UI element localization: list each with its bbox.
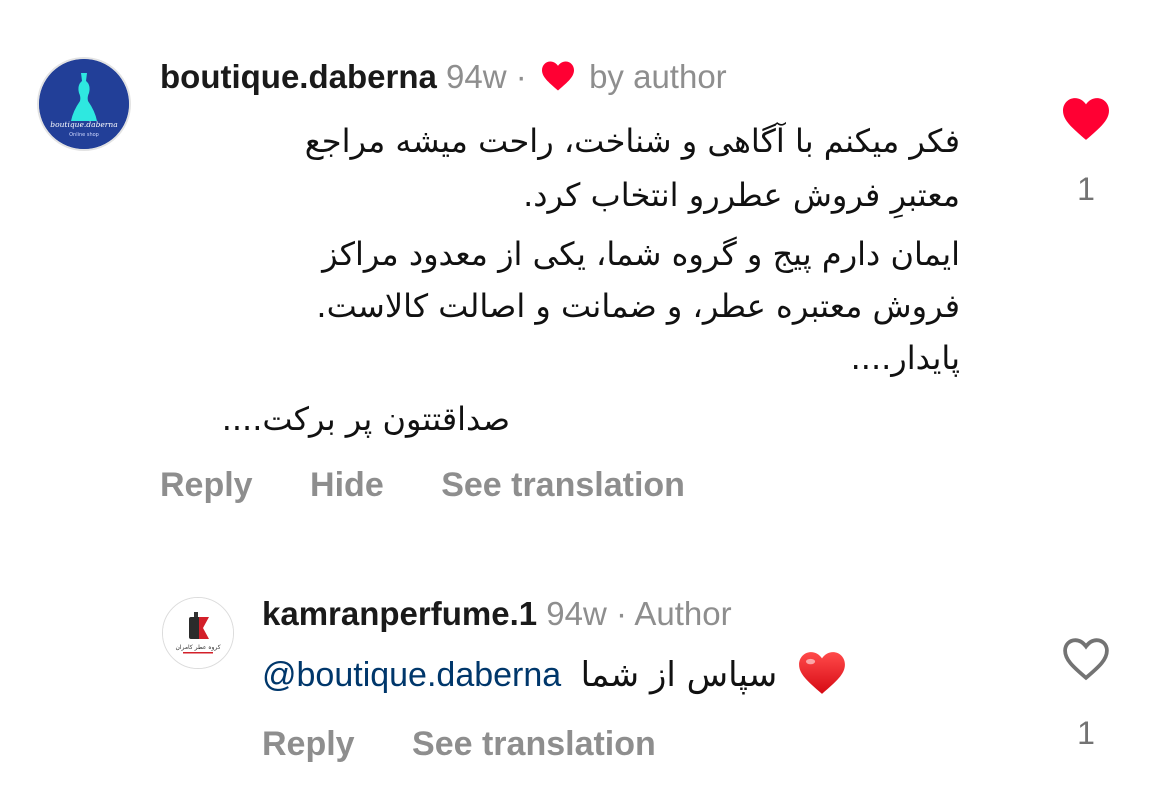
comment-header: boutique.daberna 94w · by author	[160, 57, 727, 101]
paragraph-line: ایمان دارم پیج و گروه شما، یکی از معدود …	[322, 235, 960, 273]
comment-actions: Reply Hide See translation	[160, 466, 733, 505]
paragraph-line: فروش معتبره عطر، و ضمانت و اصالت کالاست.	[316, 287, 960, 325]
paragraph-line: فکر میکنم با آگاهی و شناخت، راحت میشه مر…	[304, 122, 960, 160]
username[interactable]: kamranperfume.1	[262, 595, 537, 632]
dress-logo-icon: boutique.daberna Online shop	[39, 59, 129, 149]
separator-dot: ·	[616, 595, 628, 632]
paragraph-line: صداقتتون پر برکت....	[221, 400, 510, 438]
heart-outline-icon[interactable]	[1060, 638, 1112, 686]
author-label: Author	[634, 595, 732, 632]
author-heart-icon	[540, 60, 576, 101]
svg-text:Online shop: Online shop	[69, 132, 99, 138]
svg-text:boutique.daberna: boutique.daberna	[50, 120, 117, 129]
comment-paragraph-1: فکر میکنم با آگاهی و شناخت، راحت میشه مر…	[160, 114, 960, 222]
mention-link[interactable]: @boutique.daberna	[262, 656, 561, 694]
comment-paragraph-3: صداقتتون پر برکت....	[160, 393, 510, 445]
reply-button[interactable]: Reply	[160, 466, 253, 504]
hide-button[interactable]: Hide	[310, 466, 384, 504]
username[interactable]: boutique.daberna	[160, 58, 437, 95]
like-column: 1	[1056, 636, 1116, 752]
separator-dot: ·	[515, 58, 527, 95]
reply-button[interactable]: Reply	[262, 725, 355, 763]
comment-header: kamranperfume.1 94w · Author	[262, 594, 732, 634]
comment-actions: Reply See translation	[262, 725, 704, 764]
liked-by-author-label: by author	[589, 58, 727, 95]
heart-filled-icon[interactable]	[1060, 98, 1112, 146]
reply-text: سپاس از شما	[580, 655, 778, 695]
like-count: 1	[1077, 171, 1095, 207]
see-translation-button[interactable]: See translation	[412, 725, 656, 763]
avatar-kamranperfume[interactable]: کروه عطر کامران	[162, 597, 234, 669]
avatar-boutique-daberna[interactable]: boutique.daberna Online shop	[37, 57, 131, 151]
paragraph-line: معتبرِ فروش عطررو انتخاب کرد.	[523, 176, 960, 214]
like-count: 1	[1077, 715, 1095, 751]
like-column: 1	[1056, 96, 1116, 208]
reply-body: @boutique.daberna سپاس از شما	[262, 650, 847, 710]
timestamp: 94w	[546, 595, 607, 632]
red-heart-emoji-icon	[797, 650, 847, 710]
see-translation-button[interactable]: See translation	[441, 466, 685, 504]
timestamp: 94w	[446, 58, 507, 95]
paragraph-line: پایدار....	[850, 339, 960, 377]
perfume-bottle-logo-icon: کروه عطر کامران	[163, 598, 233, 668]
svg-text:کروه عطر کامران: کروه عطر کامران	[175, 644, 220, 651]
comment-paragraph-2: ایمان دارم پیج و گروه شما، یکی از معدود …	[160, 228, 960, 384]
